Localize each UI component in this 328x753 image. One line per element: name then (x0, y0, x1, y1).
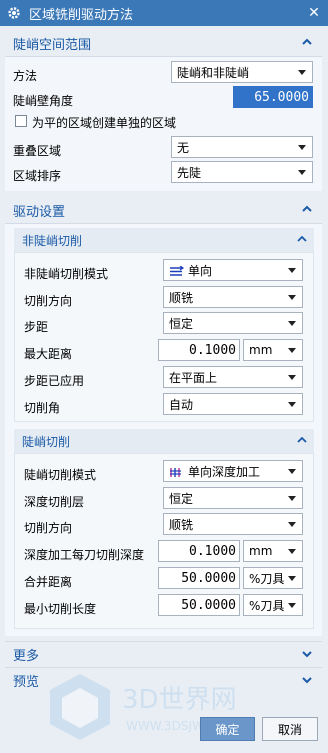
nonsteep-direction-select[interactable]: 顺铣 (163, 286, 303, 308)
section-steep-region: 方法 陡峭和非陡峭 陡峭壁角度 65.0000 为平的区域创建单独的区域 重叠区… (5, 56, 322, 191)
stepover-label: 步距 (24, 320, 49, 334)
dropdown-arrow-icon (288, 549, 296, 554)
max-distance-label: 最大距离 (24, 347, 73, 361)
stepover-applied-label: 步距已应用 (24, 374, 85, 388)
subsection-nonsteep: 非陡峭切削模式 单向 切削方向 顺铣 步距 恒定 最大距离 0.1000 mm … (14, 252, 314, 422)
nonsteep-pattern-label: 非陡峭切削模式 (24, 267, 109, 281)
dropdown-arrow-icon (288, 576, 296, 581)
method-label: 方法 (13, 69, 38, 83)
cut-angle-select[interactable]: 自动 (163, 393, 303, 415)
steep-direction-select[interactable]: 顺铣 (163, 513, 303, 535)
chevron-down-icon[interactable] (300, 673, 314, 687)
merge-distance-input[interactable]: 50.0000 (158, 567, 240, 589)
dialog-body: 陡峭空间范围 方法 陡峭和非陡峭 陡峭壁角度 65.0000 为平的区域创建单独… (0, 26, 328, 753)
wall-angle-label: 陡峭壁角度 (13, 94, 74, 108)
dropdown-arrow-icon (288, 469, 296, 474)
stepover-select[interactable]: 恒定 (163, 312, 303, 334)
steep-pattern-select[interactable]: 单向深度加工 (163, 460, 303, 482)
dropdown-arrow-icon (288, 402, 296, 407)
section-title: 驱动设置 (13, 204, 66, 220)
depth-layer-label: 深度切削层 (24, 495, 85, 509)
flat-region-label: 为平的区域创建单独的区域 (32, 116, 177, 130)
min-cut-length-unit-select[interactable]: %刀具 (243, 594, 303, 616)
cut-angle-label: 切削角 (24, 401, 61, 415)
order-select[interactable]: 先陡 (171, 161, 313, 183)
section-header-drive[interactable]: 驱动设置 (5, 197, 322, 223)
wall-angle-input[interactable]: 65.0000 (233, 86, 313, 108)
dropdown-arrow-icon (288, 603, 296, 608)
dropdown-arrow-icon (288, 375, 296, 380)
min-cut-length-input[interactable]: 50.0000 (158, 594, 240, 616)
dropdown-arrow-icon (288, 268, 296, 273)
dropdown-arrow-icon (288, 496, 296, 501)
section-header-more[interactable]: 更多 (5, 641, 322, 667)
depth-per-cut-unit-select[interactable]: mm (243, 540, 303, 562)
steep-direction-label: 切削方向 (24, 521, 73, 535)
chevron-up-icon[interactable] (300, 35, 314, 49)
dropdown-arrow-icon (288, 321, 296, 326)
close-icon[interactable]: ✕ (303, 2, 325, 24)
section-title: 陡峭空间范围 (13, 37, 92, 53)
chevron-up-icon[interactable] (296, 233, 308, 245)
window-title: 区域铣削驱动方法 (29, 7, 134, 23)
nonsteep-pattern-select[interactable]: 单向 (163, 259, 303, 281)
flat-region-checkbox[interactable] (15, 115, 27, 127)
overlap-label: 重叠区域 (13, 144, 62, 158)
chevron-up-icon[interactable] (296, 434, 308, 446)
ok-button[interactable]: 确定 (200, 717, 255, 741)
zlevel-pattern-icon (170, 468, 181, 477)
section-header-steep-region[interactable]: 陡峭空间范围 (5, 30, 322, 56)
dropdown-arrow-icon (288, 348, 296, 353)
title-bar: 区域铣削驱动方法 ✕ (0, 0, 328, 26)
max-distance-unit-select[interactable]: mm (243, 339, 303, 361)
depth-per-cut-label: 深度加工每刀切削深度 (24, 548, 145, 562)
dropdown-arrow-icon (298, 145, 306, 150)
subsection-header-nonsteep[interactable]: 非陡峭切削 (14, 228, 314, 252)
steep-pattern-label: 陡峭切削模式 (24, 468, 97, 482)
max-distance-input[interactable]: 0.1000 (158, 339, 240, 361)
section-header-preview[interactable]: 预览 (5, 667, 322, 693)
stepover-applied-select[interactable]: 在平面上 (163, 366, 303, 388)
cancel-button[interactable]: 取消 (262, 717, 318, 741)
order-label: 区域排序 (13, 169, 62, 183)
zigzag-pattern-icon (170, 266, 185, 276)
subsection-steep: 陡峭切削模式 单向深度加工 深度切削层 恒定 切削方向 顺铣 深度加工每刀切削深… (14, 453, 314, 629)
gear-icon[interactable] (7, 6, 21, 20)
method-select[interactable]: 陡峭和非陡峭 (171, 61, 313, 83)
merge-distance-unit-select[interactable]: %刀具 (243, 567, 303, 589)
chevron-down-icon[interactable] (300, 647, 314, 661)
overlap-select[interactable]: 无 (171, 136, 313, 158)
nonsteep-direction-label: 切削方向 (24, 294, 73, 308)
merge-distance-label: 合并距离 (24, 575, 73, 589)
subsection-header-steep[interactable]: 陡峭切削 (14, 429, 314, 453)
depth-layer-select[interactable]: 恒定 (163, 487, 303, 509)
depth-per-cut-input[interactable]: 0.1000 (158, 540, 240, 562)
chevron-up-icon[interactable] (300, 202, 314, 216)
dropdown-arrow-icon (288, 522, 296, 527)
min-cut-length-label: 最小切削长度 (24, 602, 97, 616)
dropdown-arrow-icon (298, 70, 306, 75)
dropdown-arrow-icon (298, 170, 306, 175)
dropdown-arrow-icon (288, 295, 296, 300)
